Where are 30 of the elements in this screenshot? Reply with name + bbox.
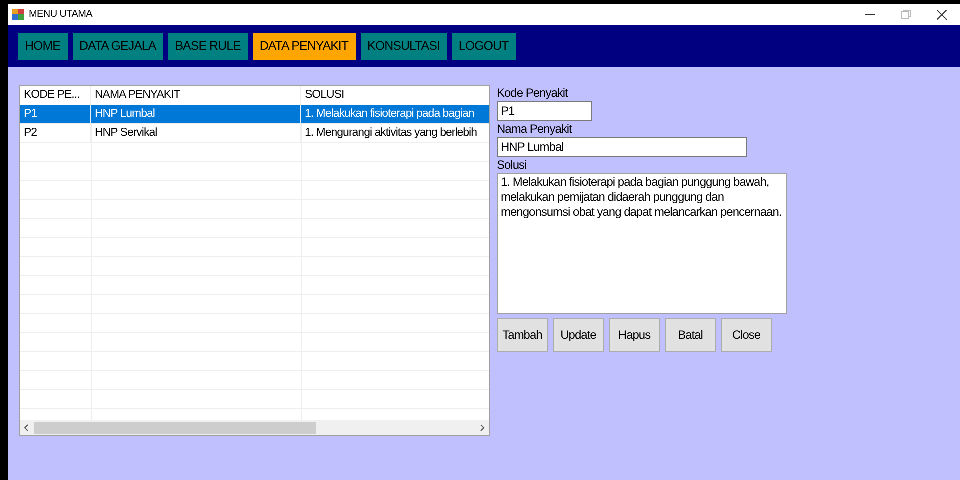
table-cell: 1. Melakukan fisioterapi pada bagian — [301, 105, 489, 124]
menu-button[interactable]: DATA PENYAKIT — [252, 32, 356, 60]
field-label: Solusi — [497, 157, 528, 173]
action-button[interactable]: Batal — [665, 318, 716, 352]
table-cell: HNP Lumbal — [91, 105, 301, 124]
input-field[interactable]: HNP Lumbal — [497, 137, 747, 157]
action-button[interactable]: Hapus — [609, 318, 660, 352]
menu-button[interactable]: LOGOUT — [452, 32, 516, 60]
menu-button[interactable]: KONSULTASI — [360, 32, 447, 60]
field-label: Nama Penyakit — [497, 121, 574, 137]
table-row[interactable]: P2 HNP Servikal 1. Mengurangi aktivitas yang berlebih — [20, 124, 489, 143]
table-cell: 1. Mengurangi aktivitas yang berlebih — [301, 124, 489, 143]
menu-button[interactable]: BASE RULE — [168, 32, 248, 60]
table-cell: HNP Servikal — [91, 124, 301, 143]
column-header[interactable]: SOLUSI — [301, 86, 489, 105]
menu-button[interactable]: DATA GEJALA — [72, 32, 164, 60]
action-button[interactable]: Close — [721, 318, 772, 352]
field-label: Kode Penyakit — [497, 85, 570, 101]
action-button[interactable]: Update — [553, 318, 604, 352]
app-icon — [12, 9, 24, 20]
menu-button[interactable]: HOME — [18, 32, 68, 60]
text-area[interactable]: 1. Melakukan fisioterapi pada bagian punggung bawah, melakukan pemijatan didaerah punggung dan mengonsumsi obat yang dapat melancarkan pencernaan. — [497, 173, 787, 314]
table-cell: P1 — [20, 105, 91, 124]
action-button[interactable]: Tambah — [497, 318, 548, 352]
input-field[interactable]: P1 — [497, 101, 592, 121]
table-cell: P2 — [20, 124, 91, 143]
maximize-icon — [901, 10, 911, 20]
window-title: MENU UTAMA — [29, 8, 92, 22]
table-row[interactable]: P1 HNP Lumbal 1. Melakukan fisioterapi pada bagian — [20, 105, 489, 124]
close-icon[interactable] — [937, 10, 947, 20]
